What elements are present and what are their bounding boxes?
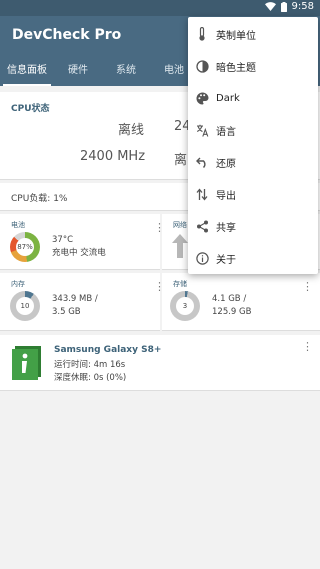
tab-dashboard[interactable]: 信息面板 — [3, 56, 51, 86]
device-card[interactable]: Samsung Galaxy S8+ 运行时间: 4m 16s 深度休眠: 0s… — [0, 335, 320, 391]
memory-gauge: 10 — [10, 291, 40, 321]
memory-percent: 10 — [16, 297, 34, 315]
tab-hardware[interactable]: 硬件 — [60, 56, 96, 86]
menu-item-theme-dark[interactable]: Dark — [188, 82, 318, 114]
menu-label: 语言 — [216, 126, 236, 138]
battery-charging-status: 充电中 交流电 — [52, 248, 106, 258]
menu-item-export[interactable]: 导出 — [188, 178, 318, 210]
cpu-load-text: CPU负载: 1% — [11, 194, 68, 204]
menu-label: 英制单位 — [216, 30, 256, 42]
thermometer-icon — [195, 27, 209, 41]
device-more-icon[interactable]: ⋮ — [302, 341, 313, 352]
device-uptime: 运行时间: 4m 16s — [54, 360, 126, 370]
device-deep-sleep: 深度休眠: 0s (0%) — [54, 373, 127, 383]
cpu-core-value: 离线 — [118, 123, 145, 138]
network-title: 网络 — [173, 221, 187, 229]
menu-item-language[interactable]: 语言 — [188, 114, 318, 146]
menu-label: Dark — [216, 92, 240, 104]
palette-icon — [195, 91, 209, 105]
device-name: Samsung Galaxy S8+ — [54, 345, 162, 355]
battery-gauge: 87% — [10, 232, 40, 262]
memory-card[interactable]: 内存 ⋮ 10 343.9 MB / 3.5 GB — [0, 273, 165, 331]
battery-temperature: 37°C — [52, 235, 74, 245]
contrast-icon — [195, 59, 209, 73]
memory-title: 内存 — [11, 280, 25, 288]
cpu-core-value: 2400 MHz — [80, 149, 146, 164]
storage-more-icon[interactable]: ⋮ — [302, 281, 313, 292]
battery-status-icon — [280, 1, 287, 12]
tab-battery[interactable]: 电池 — [156, 56, 192, 86]
menu-item-dark-theme[interactable]: 暗色主题 — [188, 50, 318, 82]
menu-item-share[interactable]: 共享 — [188, 210, 318, 242]
menu-item-imperial-units[interactable]: 英制单位 — [188, 18, 318, 50]
menu-label: 关于 — [216, 254, 236, 266]
wifi-icon — [264, 2, 276, 11]
storage-card[interactable]: 存储 ⋮ 3 4.1 GB / 125.9 GB — [162, 273, 320, 331]
storage-percent: 3 — [176, 297, 194, 315]
cpu-core-value: 离 — [174, 153, 188, 168]
cpu-status-title: CPU状态 — [11, 104, 50, 114]
menu-label: 导出 — [216, 190, 236, 202]
clock: 9:58 — [291, 1, 314, 12]
storage-gauge: 3 — [170, 291, 200, 321]
network-arrows-icon — [172, 234, 188, 262]
tab-system[interactable]: 系统 — [108, 56, 144, 86]
memory-total: 3.5 GB — [52, 307, 81, 317]
storage-used: 4.1 GB / — [212, 294, 247, 304]
memory-used: 343.9 MB / — [52, 294, 98, 304]
menu-item-about[interactable]: 关于 — [188, 242, 318, 274]
storage-title: 存储 — [173, 280, 187, 288]
menu-label: 共享 — [216, 222, 236, 234]
import-export-icon — [195, 187, 209, 201]
overflow-menu: 英制单位 暗色主题 Dark 语言 还原 导出 共享 关于 — [188, 17, 318, 274]
translate-icon — [195, 123, 209, 137]
battery-card[interactable]: 电池 ⋮ 87% 37°C 充电中 交流电 — [0, 214, 165, 270]
menu-label: 还原 — [216, 158, 236, 170]
device-info-icon — [12, 346, 42, 380]
undo-icon — [195, 155, 209, 169]
menu-label: 暗色主题 — [216, 62, 256, 74]
info-icon — [195, 251, 209, 265]
status-bar: 9:58 — [0, 0, 320, 16]
menu-item-restore[interactable]: 还原 — [188, 146, 318, 178]
share-icon — [195, 219, 209, 233]
app-title: DevCheck Pro — [12, 27, 122, 43]
storage-total: 125.9 GB — [212, 307, 252, 317]
battery-level: 87% — [16, 238, 34, 256]
battery-title: 电池 — [11, 221, 25, 229]
